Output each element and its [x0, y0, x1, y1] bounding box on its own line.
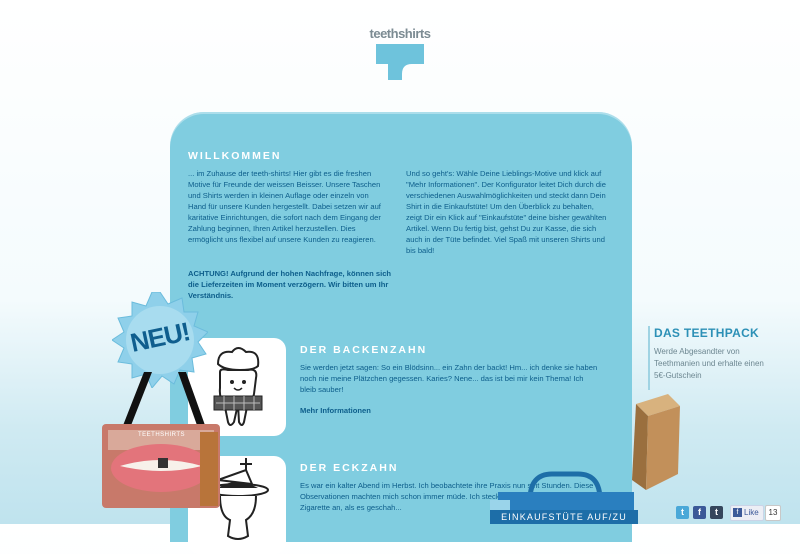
- product-title-eckzahn: DER ECKZAHN: [300, 462, 399, 474]
- like-label: Like: [744, 508, 759, 517]
- product-text-backenzahn: Sie werden jetzt sagen: So ein Blödsinn.…: [300, 363, 598, 394]
- delivery-notice: ACHTUNG! Aufgrund der hohen Nachfrage, k…: [188, 269, 392, 300]
- welcome-text: ... im Zuhause der teeth-shirts! Hier gi…: [188, 169, 381, 244]
- howto-text: Und so geht's: Wähle Deine Lieblings-Mot…: [406, 169, 607, 255]
- facebook-like-button[interactable]: f Like: [730, 505, 764, 521]
- logo[interactable]: teethshirts: [368, 26, 432, 82]
- twitter-icon[interactable]: t: [676, 506, 689, 519]
- more-info-link[interactable]: Mehr Informationen: [300, 405, 371, 416]
- tumblr-icon[interactable]: t: [710, 506, 723, 519]
- product-title-backenzahn: DER BACKENZAHN: [300, 344, 428, 356]
- logo-text: teethshirts: [369, 26, 431, 41]
- teethpack-divider: [648, 326, 650, 390]
- facebook-icon[interactable]: f: [693, 506, 706, 519]
- cart-toggle-button[interactable]: EINKAUFSTÜTE AUF/ZU: [490, 510, 638, 524]
- teethpack-text: Werde Abgesandter von Teethmanien und er…: [654, 347, 764, 380]
- welcome-title: WILLKOMMEN: [188, 150, 282, 162]
- tooth-shirt-logo-icon: [376, 44, 424, 80]
- teethpack-title[interactable]: DAS TEETHPACK: [654, 326, 759, 340]
- shoulder-bag-icon: [102, 372, 220, 508]
- teeth-bag-image[interactable]: TEETHSHIRTS: [100, 372, 222, 510]
- facebook-small-icon: f: [733, 508, 742, 518]
- bag-label: TEETHSHIRTS: [138, 432, 186, 438]
- like-count: 13: [765, 505, 781, 521]
